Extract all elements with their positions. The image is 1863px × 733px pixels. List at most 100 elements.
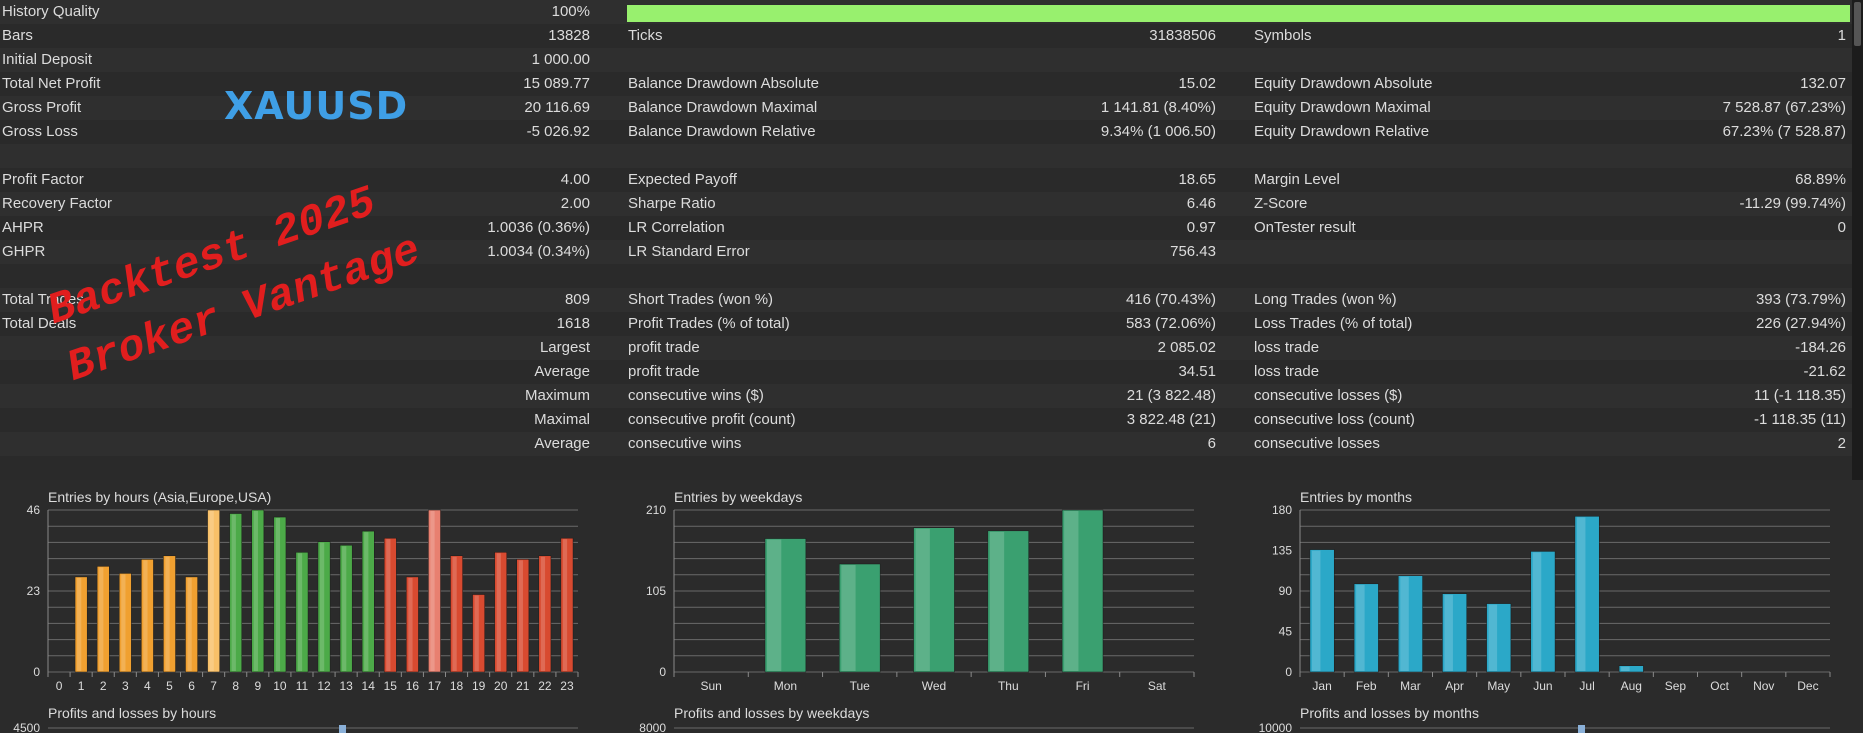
stat-value: -184.26 [1795, 339, 1846, 356]
bar-highlight [452, 556, 457, 671]
chart-title: Entries by hours (Asia,Europe,USA) [48, 489, 271, 505]
stat-value: 3 822.48 (21) [1126, 411, 1216, 428]
bar-highlight [408, 577, 413, 671]
stat-value: 809 [564, 291, 590, 308]
y-tick-label: 135 [1272, 544, 1292, 558]
stat-value: 393 (73.79%) [1755, 291, 1846, 308]
stat-label: Margin Level [1254, 171, 1340, 188]
stat-value: 4.00 [560, 171, 590, 188]
y-tick-label: 0 [33, 665, 40, 679]
stat-label: consecutive profit (count) [628, 411, 796, 428]
stat-label: loss trade [1254, 339, 1320, 356]
bar-highlight [209, 511, 214, 671]
x-tick-label: Oct [1710, 679, 1729, 693]
stat-label: consecutive wins [628, 435, 742, 452]
scrollbar-thumb[interactable] [1854, 2, 1861, 46]
x-tick-label: 23 [560, 679, 574, 693]
x-tick-label: 10 [273, 679, 287, 693]
bar-highlight [767, 539, 782, 671]
bar-highlight [99, 567, 104, 671]
stat-value: 226 (27.94%) [1755, 315, 1846, 332]
stat-value: 67.23% (7 528.87) [1722, 123, 1846, 140]
x-tick-label: 17 [428, 679, 442, 693]
stat-value: 2.00 [560, 195, 590, 212]
y-tick-label: 45 [1279, 625, 1293, 639]
stat-label: Balance Drawdown Maximal [628, 99, 818, 116]
x-tick-label: Nov [1753, 679, 1774, 693]
stat-value: -5 026.92 [526, 123, 590, 140]
x-tick-label: 11 [296, 679, 309, 693]
stat-value: 15.02 [1178, 75, 1216, 92]
bar-highlight [430, 511, 435, 671]
x-tick-label: Jun [1533, 679, 1552, 693]
chart-bar [339, 725, 346, 733]
x-tick-label: Thu [998, 679, 1019, 693]
stat-value: -21.62 [1803, 363, 1846, 380]
bar-highlight [342, 546, 347, 671]
chart-title: Profits and losses by hours [48, 705, 216, 721]
x-tick-label: 22 [538, 679, 552, 693]
stat-value: 15 089.77 [523, 75, 590, 92]
x-tick-label: 8 [232, 679, 239, 693]
stat-label: AHPR [2, 219, 44, 236]
stat-label: Ticks [628, 27, 663, 44]
x-tick-label: Aug [1621, 679, 1642, 693]
chart-title: Profits and losses by weekdays [674, 705, 869, 721]
bar-highlight [364, 532, 369, 671]
y-tick-label: 0 [1285, 665, 1292, 679]
bar-highlight [1576, 517, 1586, 671]
stat-label: GHPR [2, 243, 46, 260]
chart-bar [1578, 725, 1585, 733]
stats-row: Largest profit trade 2 085.02 loss trade -18… [0, 336, 1863, 360]
stat-value: 0 [1837, 219, 1846, 236]
stat-label: consecutive losses [1254, 435, 1380, 452]
stat-label: OnTester result [1254, 219, 1356, 236]
stat-value: -11.29 (99.74%) [1739, 195, 1846, 212]
bar-highlight [319, 542, 325, 671]
bar-highlight [1444, 594, 1453, 671]
x-tick-label: Apr [1445, 679, 1464, 693]
stat-value: 2 [1837, 435, 1846, 452]
bar-highlight [1488, 604, 1498, 671]
x-tick-label: Mon [774, 679, 797, 693]
x-tick-label: 18 [450, 679, 464, 693]
stat-value: 583 (72.06%) [1125, 315, 1216, 332]
stat-value: 1 141.81 (8.40%) [1100, 99, 1216, 116]
stat-value: Average [534, 435, 590, 452]
bar-highlight [386, 539, 391, 671]
stat-value: 13828 [548, 27, 590, 44]
x-tick-label: Sat [1148, 679, 1167, 693]
stat-value: 9.34% (1 006.50) [1100, 123, 1216, 140]
stat-label: Expected Payoff [628, 171, 737, 188]
stat-label: History Quality [2, 3, 100, 20]
stats-row: Initial Deposit 1 000.00 [0, 48, 1863, 72]
stats-row: Average profit trade 34.51 loss trade -21.62 [0, 360, 1863, 384]
stat-value: 1.0036 (0.36%) [487, 219, 590, 236]
bar-highlight [253, 511, 258, 671]
x-tick-label: Dec [1797, 679, 1818, 693]
vertical-scrollbar[interactable] [1852, 0, 1863, 480]
stat-value: 11 (-1 118.35) [1754, 387, 1846, 404]
x-tick-label: Wed [922, 679, 946, 693]
chart-title: Profits and losses by months [1300, 705, 1479, 721]
x-tick-label: Jan [1312, 679, 1331, 693]
stats-row [0, 144, 1863, 168]
x-tick-label: 12 [317, 679, 331, 693]
symbol-overlay: XAUUSD [224, 84, 409, 128]
x-tick-label: Mar [1400, 679, 1421, 693]
bar-highlight [165, 556, 170, 671]
bar-highlight [474, 595, 479, 671]
bar-highlight [496, 553, 501, 671]
stat-label: Long Trades (won %) [1254, 291, 1397, 308]
stat-label: LR Correlation [628, 219, 725, 236]
bar-highlight [562, 539, 568, 671]
stat-value: 6.46 [1186, 195, 1216, 212]
x-tick-label: 7 [210, 679, 217, 693]
y-tick-label: 8000 [639, 721, 666, 733]
x-tick-label: 16 [406, 679, 420, 693]
stat-label: consecutive loss (count) [1254, 411, 1415, 428]
x-tick-label: 19 [472, 679, 486, 693]
stat-label: Sharpe Ratio [628, 195, 716, 212]
stat-label: consecutive wins ($) [628, 387, 764, 404]
bar-highlight [1356, 584, 1365, 671]
